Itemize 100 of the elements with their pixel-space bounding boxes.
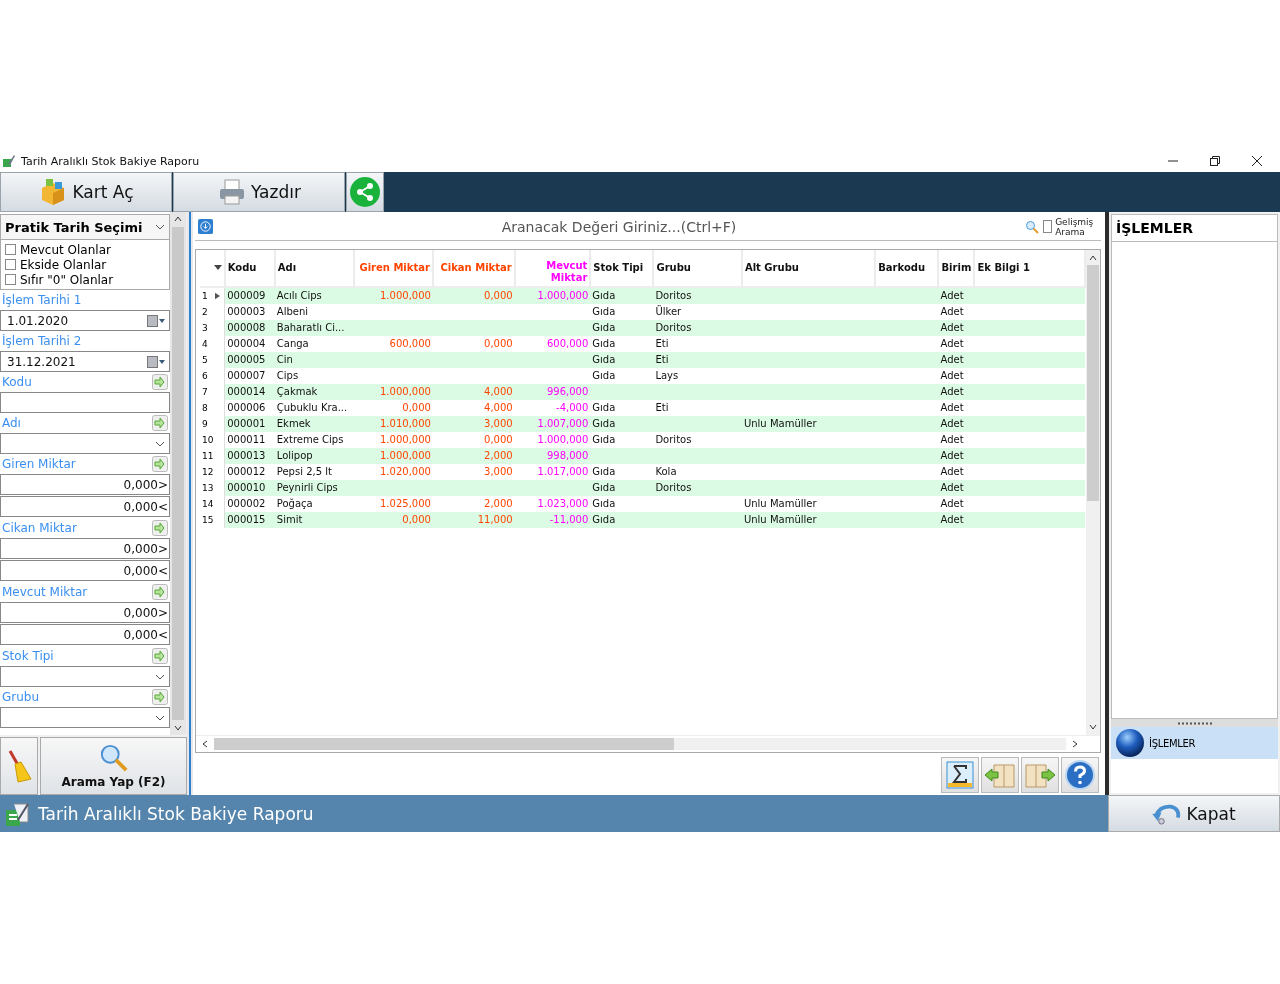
number-field[interactable]: 0,000< <box>0 496 170 517</box>
restore-icon[interactable] <box>1209 155 1221 167</box>
table-cell: 1.000,000 <box>380 434 431 446</box>
app-icon <box>2 154 16 168</box>
close-icon[interactable] <box>1251 155 1263 167</box>
share-icon <box>350 177 380 207</box>
row-number: 3 <box>202 322 208 333</box>
combo-field[interactable] <box>0 707 170 728</box>
row-number: 11 <box>202 450 214 461</box>
table-cell: Unlu Mamüller <box>743 514 817 526</box>
table-cell: Simit <box>276 514 303 526</box>
table-cell: 000001 <box>227 418 266 430</box>
scrollbar-thumb[interactable] <box>214 738 674 750</box>
arrow-button-icon[interactable] <box>152 689 168 705</box>
broom-icon <box>6 749 32 783</box>
row-number: 12 <box>202 466 214 477</box>
arrow-button-icon[interactable] <box>152 520 168 536</box>
filter-checkbox[interactable]: Sıfır "0" Olanlar <box>5 272 165 287</box>
share-button[interactable] <box>346 172 384 212</box>
arrow-button-icon[interactable] <box>152 584 168 600</box>
arrow-button-icon[interactable] <box>152 648 168 664</box>
table-cell: 1.010,000 <box>380 418 431 430</box>
panel-title: İŞLEMLER <box>1111 214 1278 242</box>
operations-item[interactable]: İŞLEMLER <box>1111 727 1278 759</box>
number-field[interactable]: 0,000< <box>0 560 170 581</box>
help-button[interactable] <box>1061 757 1099 793</box>
field-label: İşlem Tarihi 2 <box>2 334 82 348</box>
search-button[interactable]: Arama Yap (F2) <box>40 737 187 795</box>
chevron-down-icon[interactable] <box>155 714 165 721</box>
row-number: 10 <box>202 434 214 445</box>
table-cell: Peynirli Cips <box>276 482 338 494</box>
table-cell: Adet <box>940 466 964 478</box>
table-cell: Gıda <box>592 402 616 414</box>
combo-field[interactable] <box>0 666 170 687</box>
combo-field[interactable] <box>0 433 170 454</box>
table-cell: Adet <box>940 450 964 462</box>
number-field[interactable]: 0,000> <box>0 474 170 495</box>
field-label: Mevcut Miktar <box>2 585 88 599</box>
filter-checkbox[interactable]: Mevcut Olanlar <box>5 242 165 257</box>
number-field[interactable]: 0,000< <box>0 624 170 645</box>
table-cell: 000005 <box>227 354 266 366</box>
date-preset-dropdown[interactable]: Pratik Tarih Seçimi <box>0 214 170 240</box>
scrollbar-thumb[interactable] <box>172 227 184 720</box>
table-cell: -11,000 <box>549 514 589 526</box>
date-field[interactable]: 31.12.2021 <box>0 351 170 372</box>
sigma-icon <box>946 761 974 789</box>
number-field[interactable]: 0,000> <box>0 602 170 623</box>
splitter-grip-icon[interactable] <box>1177 721 1212 725</box>
table-cell: Adet <box>940 386 964 398</box>
table-cell: Adet <box>940 290 964 302</box>
table-cell: Adet <box>940 434 964 446</box>
arrow-button-icon[interactable] <box>152 456 168 472</box>
close-form-button[interactable]: Kapat <box>1108 795 1280 832</box>
table-cell: Gıda <box>592 306 616 318</box>
row-number: 13 <box>202 482 214 493</box>
chevron-down-icon[interactable] <box>155 673 165 680</box>
advanced-search-checkbox[interactable]: Gelişmiş Arama <box>1043 216 1101 237</box>
table-cell: 0,000 <box>402 514 431 526</box>
table-cell: Adet <box>940 370 964 382</box>
table-cell: Doritos <box>655 482 692 494</box>
table-cell: 600,000 <box>389 338 431 350</box>
search-icon[interactable] <box>1025 219 1039 234</box>
table-cell: Adet <box>940 338 964 350</box>
clear-button[interactable] <box>0 737 38 795</box>
chevron-down-icon[interactable] <box>155 224 165 230</box>
table-cell: Lays <box>655 370 679 382</box>
scroll-up-icon[interactable] <box>173 214 183 224</box>
sum-button[interactable] <box>941 757 979 793</box>
table-cell: Çubuklu Kra... <box>276 402 348 414</box>
number-field[interactable]: 0,000> <box>0 538 170 559</box>
arrow-button-icon[interactable] <box>152 374 168 390</box>
print-button[interactable]: Yazdır <box>173 172 345 212</box>
table-cell: Ülker <box>655 306 682 318</box>
sort-icon[interactable] <box>213 265 222 272</box>
table-cell: Baharatlı Ci... <box>276 322 345 334</box>
scroll-down-icon[interactable] <box>173 723 183 733</box>
card-open-button[interactable]: Kart Aç <box>0 172 172 212</box>
scroll-right-icon[interactable] <box>1070 739 1080 749</box>
row-number: 2 <box>202 306 208 317</box>
table-cell: Acılı Cips <box>276 290 322 302</box>
table-cell: 1.017,000 <box>537 466 589 478</box>
table-cell: Çakmak <box>276 386 318 398</box>
row-indicator-icon <box>215 291 221 300</box>
table-cell: 0,000 <box>402 402 431 414</box>
date-field[interactable]: 1.01.2020 <box>0 310 170 331</box>
chevron-down-icon[interactable] <box>155 440 165 447</box>
scroll-left-icon[interactable] <box>200 739 210 749</box>
table-cell: 1.000,000 <box>537 290 589 302</box>
next-button[interactable] <box>1021 757 1059 793</box>
dropdown-icon[interactable] <box>198 219 213 235</box>
arrow-button-icon[interactable] <box>152 415 168 431</box>
table-cell: 000014 <box>227 386 266 398</box>
filter-checkbox[interactable]: Ekside Olanlar <box>5 257 165 272</box>
table-cell: 3,000 <box>484 466 513 478</box>
scroll-down-icon[interactable] <box>1088 722 1098 732</box>
scrollbar-thumb[interactable] <box>1087 264 1099 501</box>
row-number: 15 <box>202 514 214 525</box>
table-cell: 996,000 <box>546 386 589 398</box>
text-field[interactable] <box>0 392 170 413</box>
globe-icon <box>1115 728 1145 758</box>
